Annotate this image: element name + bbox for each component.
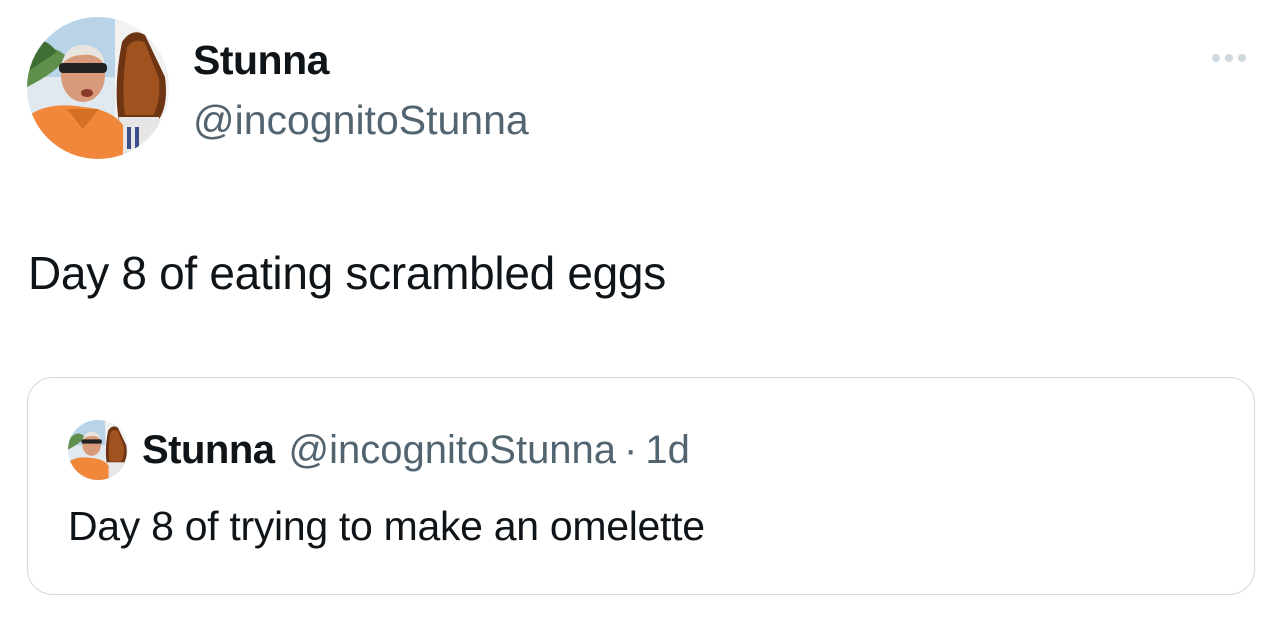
author-avatar[interactable]	[27, 17, 169, 159]
author-handle[interactable]: @incognitoStunna	[193, 95, 529, 145]
quoted-tweet-card[interactable]: Stunna @incognitoStunna · 1d Day 8 of tr…	[27, 377, 1255, 595]
quoted-author-handle[interactable]: @incognitoStunna	[289, 428, 617, 473]
more-options-button[interactable]	[1204, 44, 1254, 72]
quoted-author-display-name[interactable]: Stunna	[142, 428, 275, 473]
quoted-tweet-header: Stunna @incognitoStunna · 1d	[68, 420, 690, 480]
more-horizontal-icon-dot	[1238, 54, 1246, 62]
more-horizontal-icon	[1212, 54, 1220, 62]
author-display-name[interactable]: Stunna	[193, 35, 329, 85]
more-horizontal-icon-dot	[1225, 54, 1233, 62]
avatar-photo	[68, 420, 128, 480]
tweet-text: Day 8 of eating scrambled eggs	[28, 247, 666, 299]
quoted-tweet-text: Day 8 of trying to make an omelette	[68, 503, 705, 549]
quoted-author-avatar[interactable]	[68, 420, 128, 480]
quoted-tweet-timestamp[interactable]: 1d	[645, 428, 690, 473]
avatar-photo	[27, 17, 169, 159]
meta-separator: ·	[624, 427, 638, 472]
